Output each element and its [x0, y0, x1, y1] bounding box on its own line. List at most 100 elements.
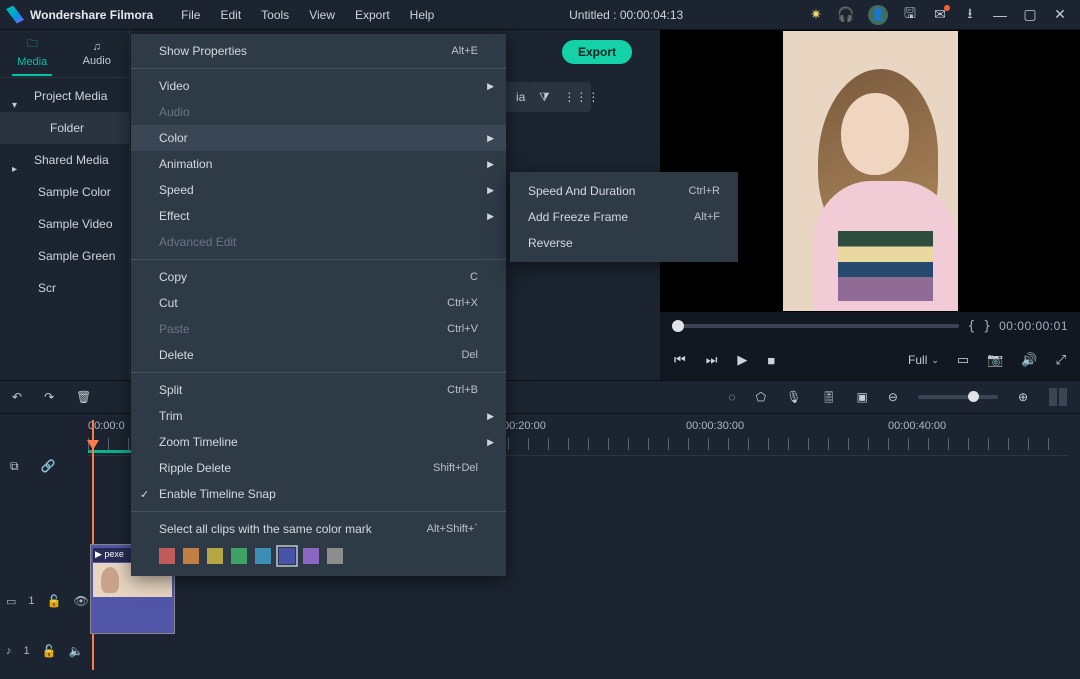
zoom-in-icon[interactable]: ⊕ [1018, 390, 1028, 404]
fullscreen-icon[interactable]: ⤢ [1056, 352, 1066, 368]
library-item-sample-video[interactable]: Sample Video [0, 208, 129, 240]
preview-timecode: 00:00:00:01 [999, 319, 1068, 333]
library-item-shared-media[interactable]: ▸Shared Media [0, 144, 129, 176]
export-button[interactable]: Export [562, 40, 632, 64]
quality-selector[interactable]: Full⌄ [908, 353, 939, 367]
color-swatch-8[interactable] [327, 548, 343, 564]
crop-icon[interactable]: ▣ [857, 390, 868, 404]
menu-help[interactable]: Help [400, 0, 445, 30]
clip-context-menu: Show PropertiesAlt+E Video▶ Audio Color▶… [131, 34, 506, 576]
stop-button[interactable]: ■ [767, 353, 775, 368]
ctx-paste: PasteCtrl+V [131, 316, 506, 342]
undo-button[interactable]: ↶ [12, 390, 22, 404]
sub-speed-duration[interactable]: Speed And DurationCtrl+R [510, 178, 738, 204]
ctx-select-color-mark[interactable]: Select all clips with the same color mar… [131, 516, 506, 542]
color-swatch-1[interactable] [159, 548, 175, 564]
menu-tools[interactable]: Tools [251, 0, 299, 30]
sub-freeze-frame[interactable]: Add Freeze FrameAlt+F [510, 204, 738, 230]
filter-icon[interactable]: ⧩ [537, 90, 551, 105]
scrub-slider[interactable] [672, 324, 959, 328]
chevron-right-icon: ▶ [487, 133, 494, 144]
next-frame-button[interactable]: ⏭ [706, 352, 718, 368]
library-item-folder[interactable]: Folder [0, 112, 129, 144]
scrub-bar: { } 00:00:00:01 [660, 312, 1080, 340]
preview-viewport[interactable] [660, 30, 1080, 312]
color-swatch-5[interactable] [255, 548, 271, 564]
mark-in-icon[interactable]: { [967, 319, 975, 334]
tab-audio-label: Audio [83, 55, 111, 67]
ctx-delete[interactable]: DeleteDel [131, 342, 506, 368]
play-button[interactable]: ▶ [737, 352, 747, 368]
audio-mixer-icon[interactable]: 🎚 [821, 390, 836, 404]
support-icon[interactable]: 🎧 [838, 7, 854, 23]
library-item-sample-green[interactable]: Sample Green Scr [0, 240, 129, 272]
tab-audio[interactable]: ♫ Audio [65, 30, 130, 77]
titlebar: Wondershare Filmora File Edit Tools View… [0, 0, 1080, 30]
media-toolbar-fragment: ia ⧩ ⋮⋮⋮ [502, 82, 591, 112]
chevron-right-icon: ▶ [487, 185, 494, 196]
ctx-animation[interactable]: Animation▶ [131, 151, 506, 177]
ctx-split[interactable]: SplitCtrl+B [131, 377, 506, 403]
separator [131, 372, 506, 373]
ctx-show-properties[interactable]: Show PropertiesAlt+E [131, 38, 506, 64]
preview-image [783, 31, 958, 311]
color-swatch-2[interactable] [183, 548, 199, 564]
ctx-color[interactable]: Color▶ [131, 125, 506, 151]
window-maximize-icon[interactable]: ▢ [1022, 7, 1038, 23]
ctx-video[interactable]: Video▶ [131, 73, 506, 99]
timeline-copy-icon[interactable]: ⧉ [10, 459, 19, 474]
notifications-icon[interactable]: ✉ [932, 7, 948, 23]
color-swatch-3[interactable] [207, 548, 223, 564]
menu-edit[interactable]: Edit [210, 0, 251, 30]
menu-view[interactable]: View [299, 0, 345, 30]
library-list: ▾Project Media Folder ▸Shared Media Samp… [0, 78, 129, 272]
grid-view-icon[interactable]: ⋮⋮⋮ [563, 90, 577, 104]
mark-out-icon[interactable]: } [983, 319, 991, 334]
app-logo-icon [6, 6, 24, 24]
menu-file[interactable]: File [171, 0, 210, 30]
ctx-copy[interactable]: CopyC [131, 264, 506, 290]
visibility-icon[interactable]: 👁 [73, 594, 88, 608]
voiceover-icon[interactable]: 🎙 [786, 390, 801, 404]
ctx-zoom-timeline[interactable]: Zoom Timeline▶ [131, 429, 506, 455]
tab-media[interactable]: 🗀 Media [0, 30, 65, 77]
color-swatch-4[interactable] [231, 548, 247, 564]
ctx-ripple-delete[interactable]: Ripple DeleteShift+Del [131, 455, 506, 481]
volume-icon[interactable]: 🔊 [1021, 352, 1037, 368]
ruler-label: 00:00:30:00 [686, 420, 744, 432]
save-icon[interactable]: 🖫 [902, 7, 918, 23]
color-swatch-6[interactable] [279, 548, 295, 564]
ctx-enable-snap[interactable]: ✓Enable Timeline Snap [131, 481, 506, 507]
display-icon[interactable]: ▭ [957, 352, 969, 368]
window-minimize-icon[interactable]: — [992, 7, 1008, 23]
library-item-sample-color[interactable]: Sample Color [0, 176, 129, 208]
render-icon[interactable]: ◌ [728, 390, 735, 404]
marker-icon[interactable]: ⬠ [756, 390, 766, 404]
library-tabs: 🗀 Media ♫ Audio [0, 30, 129, 78]
zoom-out-icon[interactable]: ⊖ [888, 390, 898, 404]
account-avatar-icon[interactable]: 👤 [868, 5, 888, 25]
ctx-speed[interactable]: Speed▶ [131, 177, 506, 203]
library-item-project-media[interactable]: ▾Project Media [0, 80, 129, 112]
mute-icon[interactable]: 🔈 [69, 644, 84, 658]
redo-button[interactable]: ↷ [44, 390, 54, 404]
chevron-right-icon: ▶ [487, 437, 494, 448]
track-type-icon: ▭ [6, 595, 16, 608]
sub-reverse[interactable]: Reverse [510, 230, 738, 256]
menu-export[interactable]: Export [345, 0, 400, 30]
lock-icon[interactable]: 🔓 [47, 594, 62, 608]
color-swatch-7[interactable] [303, 548, 319, 564]
tips-icon[interactable]: ✷ [808, 7, 824, 23]
ctx-cut[interactable]: CutCtrl+X [131, 290, 506, 316]
lock-icon[interactable]: 🔓 [42, 644, 57, 658]
delete-button[interactable]: 🗑 [76, 390, 91, 404]
zoom-fit-toggle[interactable] [1048, 387, 1068, 407]
timeline-link-icon[interactable]: 🔗 [41, 459, 56, 474]
window-close-icon[interactable]: ✕ [1052, 7, 1068, 23]
ctx-trim[interactable]: Trim▶ [131, 403, 506, 429]
snapshot-icon[interactable]: 📷 [987, 352, 1003, 368]
download-icon[interactable]: ⭳ [962, 7, 978, 23]
prev-frame-button[interactable]: ⏮ [674, 352, 686, 368]
ctx-effect[interactable]: Effect▶ [131, 203, 506, 229]
zoom-slider[interactable] [918, 395, 998, 399]
